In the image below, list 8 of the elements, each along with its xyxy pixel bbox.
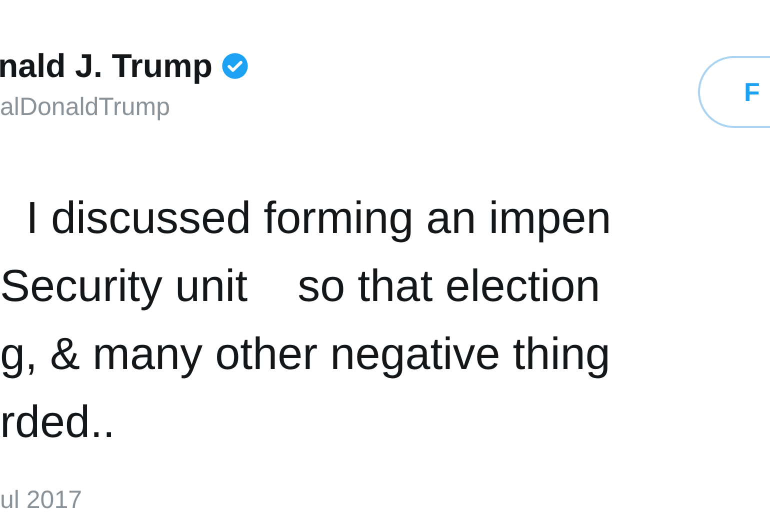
tweet-text-line: rded.. [0, 395, 116, 449]
tweet-text-line: I discussed forming an impen [25, 191, 612, 245]
tweet-text-line: Security unit so that election [0, 259, 602, 313]
author-name: nald J. Trump [0, 46, 213, 86]
tweet-date: ul 2017 [0, 486, 82, 515]
follow-button[interactable]: F [698, 56, 770, 128]
tweet-text-line: g, & many other negative thing [0, 327, 612, 381]
author-handle: alDonaldTrump [0, 92, 171, 122]
